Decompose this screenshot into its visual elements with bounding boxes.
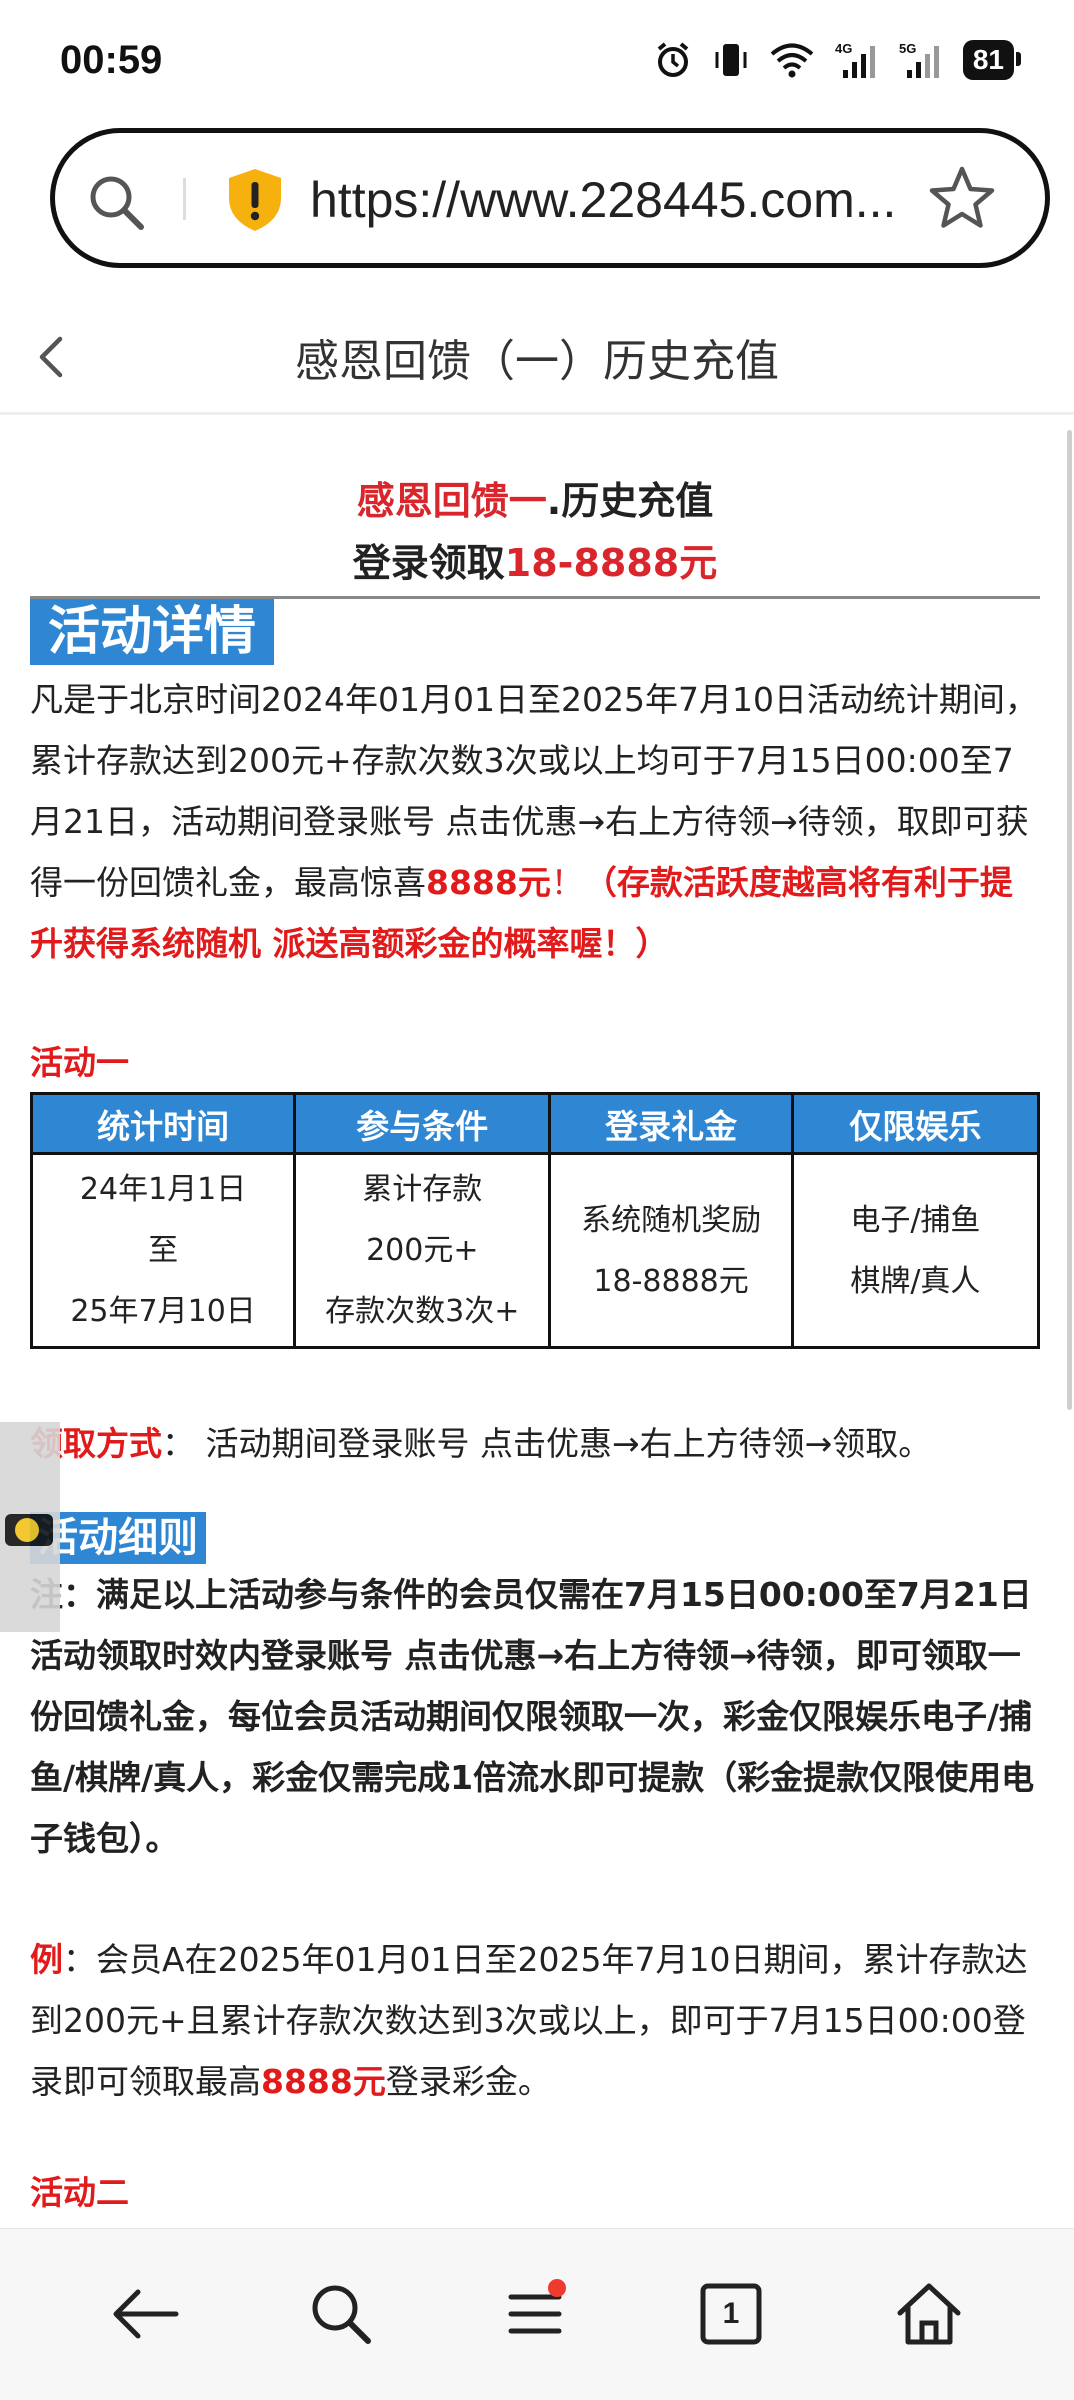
activity-one-table: 统计时间 参与条件 登录礼金 仅限娱乐 24年1月1日至 25年7月10日 累计存… [29,1092,1041,1349]
claim-method: 领取方式： 活动期间登录账号 点击优惠→右上方待领→领取。 [30,1413,1040,1474]
url-text[interactable]: https://www.228445.com... [310,171,950,229]
floating-side-tab[interactable] [0,1422,60,1632]
hero-title-black: .历史充值 [546,479,714,523]
tabs-icon[interactable]: 1 [686,2269,776,2359]
rules-note: 注：满足以上活动参与条件的会员仅需在7月15日00:00至7月21日活动领取时效… [30,1575,1035,1858]
table-header-cell: 仅限娱乐 [790,1092,1041,1155]
hero-title: 感恩回馈一.历史充值 登录领取18-8888元 [30,470,1040,594]
address-bar[interactable]: https://www.228445.com... [50,128,1050,268]
status-bar: 00:59 4G 5G 81 [0,0,1074,120]
example-text-end: 登录彩金。 [385,2062,551,2101]
hero-title-red: 感恩回馈一 [356,479,547,523]
hero-subtitle-red: 18-8888元 [504,541,718,585]
menu-icon[interactable] [490,2269,580,2359]
details-amount: 8888元 [426,863,551,902]
details-exclaim: ！ [550,863,584,902]
notification-dot [548,2279,566,2297]
svg-text:4G: 4G [835,41,852,56]
table-header-cell: 登录礼金 [548,1092,794,1155]
battery-indicator: 81 [962,40,1022,80]
example-paragraph: 例：会员A在2025年01月01日至2025年7月10日期间，累计存款达到200… [30,1929,1040,2112]
signal-4g-icon: 4G [835,40,879,80]
example-amount: 8888元 [261,2062,386,2101]
home-icon[interactable] [884,2269,974,2359]
search-icon[interactable] [296,2269,386,2359]
table-cell-time: 24年1月1日至 25年7月10日 [29,1152,297,1349]
activity-one-label: 活动一 [30,1043,129,1082]
table-cell-games: 电子/捕鱼 棋牌/真人 [790,1152,1041,1349]
page-header: 感恩回馈（一）历史充值 [0,295,1074,415]
status-time: 00:59 [60,38,163,82]
alarm-icon [653,40,693,80]
article-content: 感恩回馈一.历史充值 登录领取18-8888元 活动详情 凡是于北京时间2024… [29,470,1041,2218]
example-label: 例 [30,1940,63,1979]
vibrate-icon [713,40,749,80]
hero-subtitle-black: 登录领取 [352,541,505,585]
table-header-cell: 参与条件 [293,1092,552,1155]
tab-count: 1 [722,2297,740,2330]
star-icon[interactable] [927,163,997,237]
page-title: 感恩回馈（一）历史充值 [295,336,779,387]
table-header-row: 统计时间 参与条件 登录礼金 仅限娱乐 [29,1092,1041,1155]
svg-text:5G: 5G [899,41,916,56]
table-cell-bonus: 系统随机奖励 18-8888元 [548,1152,794,1349]
table-header-cell: 统计时间 [29,1092,297,1155]
wifi-icon [769,41,815,79]
status-icons: 4G 5G 81 [653,40,1022,80]
table-cell-condition: 累计存款 200元+ 存款次数3次+ [293,1152,552,1349]
divider [183,178,186,220]
details-paragraph: 凡是于北京时间2024年01月01日至2025年7月10日活动统计期间，累计存款… [30,669,1040,974]
search-icon[interactable] [85,171,149,239]
claim-text: ： 活动期间登录账号 点击优惠→右上方待领→领取。 [162,1424,932,1463]
back-arrow-icon[interactable] [100,2269,190,2359]
bottom-navigation: 1 [0,2228,1074,2400]
shield-warning-icon[interactable] [225,166,285,238]
scrollbar[interactable] [1067,430,1072,1410]
activity-two-label: 活动二 [30,2173,129,2212]
details-tag: 活动详情 [30,599,275,665]
football-icon [15,1518,39,1542]
signal-5g-icon: 5G [899,40,943,80]
table-row: 24年1月1日至 25年7月10日 累计存款 200元+ 存款次数3次+ 系统随机奖励… [29,1152,1041,1349]
